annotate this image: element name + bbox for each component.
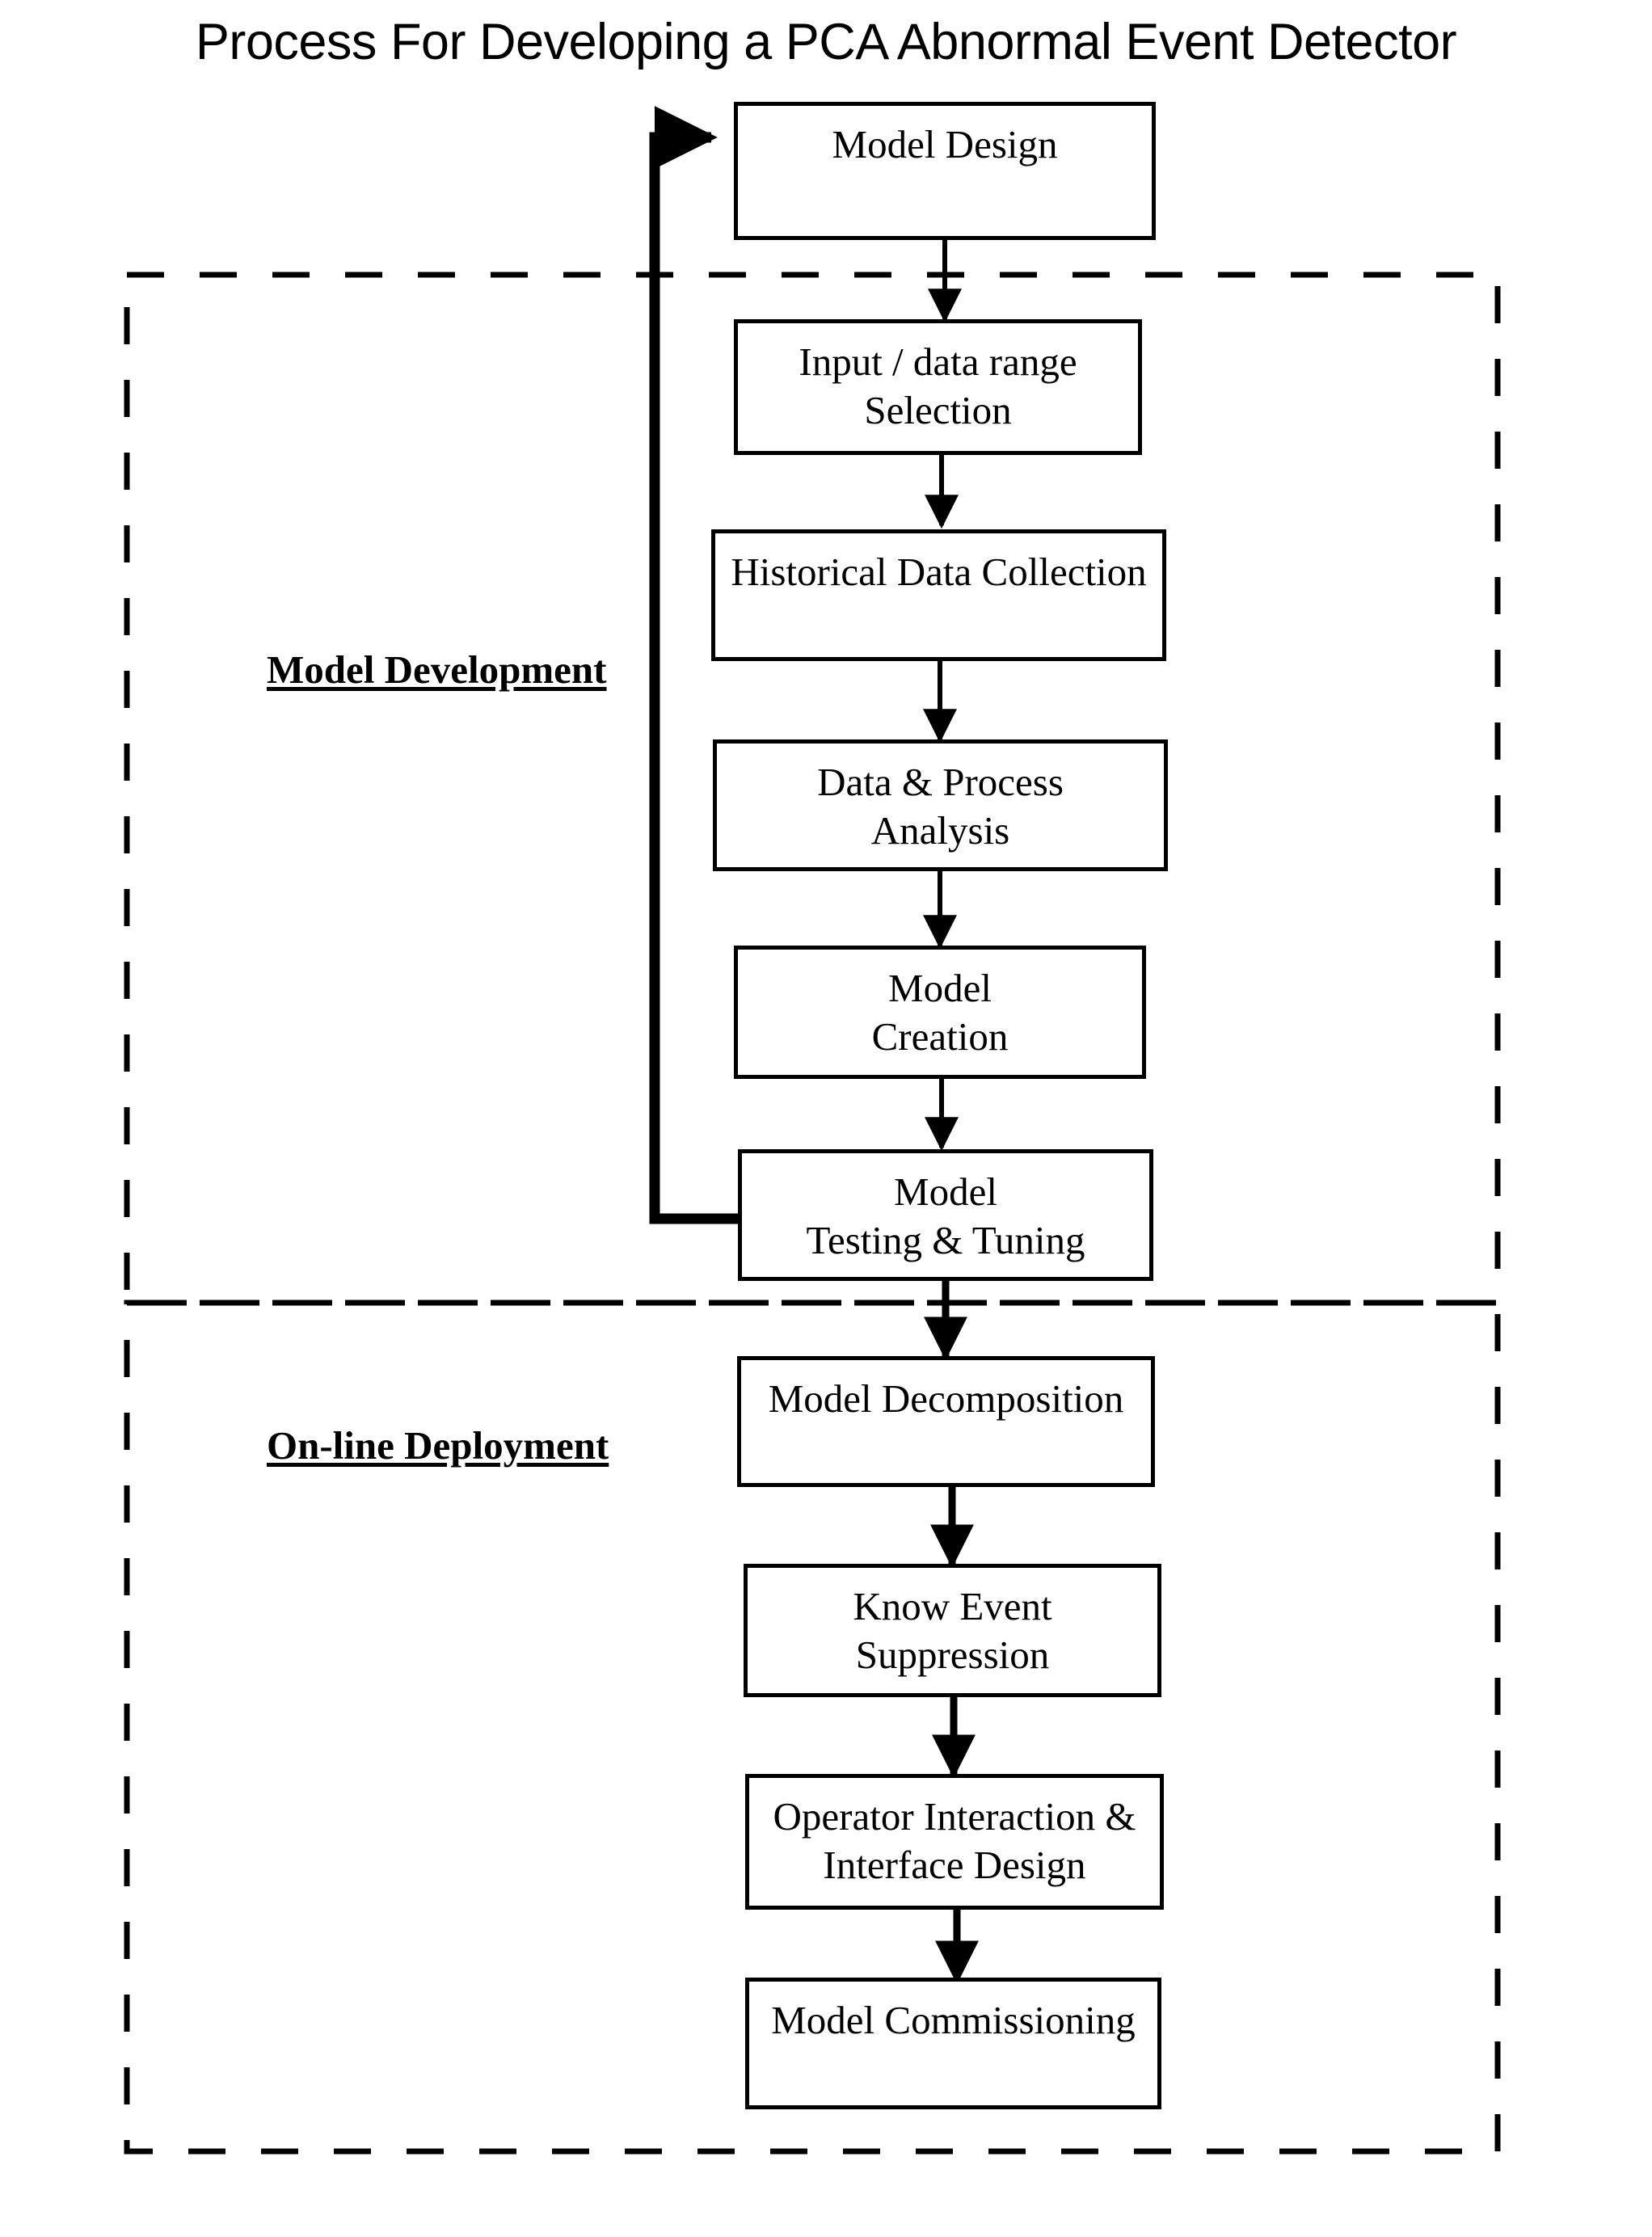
box-model-decomposition[interactable]: Model Decomposition [737, 1356, 1155, 1487]
box-model-creation[interactable]: Model Creation [734, 946, 1146, 1079]
box-model-testing-tuning[interactable]: Model Testing & Tuning [738, 1149, 1153, 1281]
box-operator-interaction-line-2: Interface Design [823, 1842, 1086, 1887]
group-label-model-development: Model Development [267, 647, 607, 692]
box-data-process-analysis-line-1: Data & Process [817, 760, 1064, 804]
box-operator-interaction[interactable]: Operator Interaction & Interface Design [745, 1774, 1164, 1910]
box-input-data-range[interactable]: Input / data range Selection [734, 319, 1142, 455]
box-model-decomposition-line-1: Model Decomposition [768, 1376, 1124, 1421]
box-operator-interaction-line-1: Operator Interaction & [773, 1794, 1136, 1839]
diagram-canvas: Process For Developing a PCA Abnormal Ev… [0, 0, 1652, 2237]
box-model-design-line-1: Model Design [832, 122, 1058, 166]
box-input-data-range-line-2: Selection [864, 387, 1012, 432]
box-data-process-analysis-line-2: Analysis [870, 807, 1010, 853]
group-label-online-deployment: On-line Deployment [267, 1423, 609, 1468]
box-model-commissioning[interactable]: Model Commissioning [745, 1978, 1161, 2109]
box-historical-data-collection-line-1: Historical Data Collection [731, 550, 1147, 594]
box-model-testing-tuning-line-2: Testing & Tuning [806, 1217, 1085, 1262]
box-model-commissioning-line-1: Model Commissioning [771, 1998, 1136, 2042]
box-data-process-analysis[interactable]: Data & Process Analysis [713, 739, 1168, 871]
box-know-event-suppression[interactable]: Know Event Suppression [744, 1564, 1161, 1697]
feedback-connector [649, 106, 738, 1224]
box-model-design[interactable]: Model Design [734, 102, 1156, 240]
box-model-creation-line-2: Creation [871, 1013, 1009, 1059]
box-historical-data-collection[interactable]: Historical Data Collection [711, 529, 1166, 661]
box-model-creation-line-1: Model [888, 966, 992, 1010]
box-know-event-suppression-line-1: Know Event [853, 1584, 1052, 1628]
box-know-event-suppression-line-2: Suppression [855, 1632, 1050, 1677]
box-input-data-range-line-1: Input / data range [799, 339, 1077, 384]
box-model-testing-tuning-line-1: Model [894, 1169, 997, 1214]
